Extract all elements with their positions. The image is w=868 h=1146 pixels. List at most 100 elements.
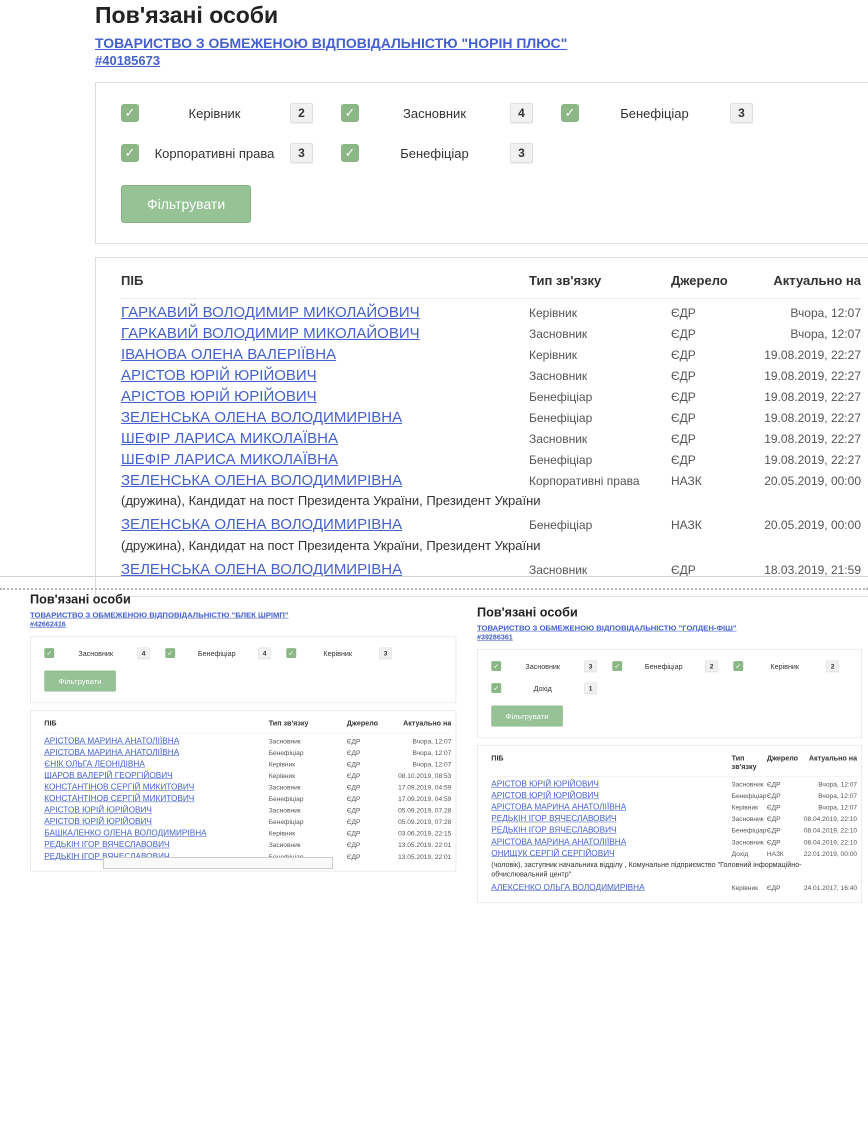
company-link[interactable]: ТОВАРИСТВО З ОБМЕЖЕНОЮ ВІДПОВІДАЛЬНІСТЮ …	[477, 623, 862, 633]
person-cell: РЕДЬКІН ІГОР ВЯЧЕСЛАВОВИЧ	[491, 814, 731, 824]
person-link[interactable]: АРІСТОВА МАРИНА АНАТОЛІЇВНА	[491, 802, 626, 811]
date-cell: Вчора, 12:07	[802, 780, 857, 788]
person-link[interactable]: АЛЕКСЕНКО ОЛЬГА ВОЛОДИМИРІВНА	[491, 883, 644, 892]
person-cell: ШАРОВ ВАЛЕРІЙ ГЕОРГІЙОВИЧ	[44, 771, 268, 781]
person-link[interactable]: АРІСТОВ ЮРІЙ ЮРІЙОВИЧ	[44, 805, 152, 814]
checkbox-checked-icon[interactable]: ✓	[121, 104, 139, 122]
relation-type-cell: Засновник	[732, 838, 767, 846]
column-header: ПІБ	[44, 720, 268, 728]
filter-button[interactable]: Фільтрувати	[44, 671, 116, 692]
filter-label: Засновник	[54, 649, 137, 657]
column-header: Актуально на	[753, 274, 861, 289]
date-cell: 08.04.2019, 22:10	[802, 826, 857, 834]
person-link[interactable]: ГАРКАВИЙ ВОЛОДИМИР МИКОЛАЙОВИЧ	[121, 325, 420, 342]
page-title: Пов'язані особи	[95, 2, 868, 29]
person-link[interactable]: ЗЕЛЕНСЬКА ОЛЕНА ВОЛОДИМИРІВНА	[121, 472, 402, 489]
table-row: АРІСТОВ ЮРІЙ ЮРІЙОВИЧЗасновникЄДРВчора, …	[491, 778, 857, 790]
person-link[interactable]: ШЕФІР ЛАРИСА МИКОЛАЇВНА	[121, 451, 338, 468]
source-cell: ЄДР	[347, 852, 392, 860]
person-link[interactable]: ЗЕЛЕНСЬКА ОЛЕНА ВОЛОДИМИРІВНА	[121, 409, 402, 426]
filter-label: Бенефіціар	[579, 106, 730, 121]
source-cell: ЄДР	[347, 783, 392, 791]
person-link[interactable]: БАШКАЛЕНКО ОЛЕНА ВОЛОДИМИРІВНА	[44, 828, 206, 837]
date-cell: 22.01.2019, 00:00	[802, 850, 857, 858]
source-cell: ЄДР	[671, 453, 753, 467]
person-link[interactable]: АРІСТОВ ЮРІЙ ЮРІЙОВИЧ	[121, 388, 317, 405]
table-row: ГАРКАВИЙ ВОЛОДИМИР МИКОЛАЙОВИЧКерівникЄД…	[121, 302, 861, 323]
filter-label: Бенефіціар	[622, 662, 705, 670]
person-link[interactable]: АРІСТОВА МАРИНА АНАТОЛІЇВНА	[491, 837, 626, 846]
table-row: ЗЕЛЕНСЬКА ОЛЕНА ВОЛОДИМИРІВНАБенефіціарН…	[121, 515, 861, 536]
relation-type-cell: Бенефіціар	[269, 749, 347, 757]
relation-type-cell: Засновник	[529, 432, 671, 446]
checkbox-checked-icon[interactable]: ✓	[165, 648, 175, 658]
filter-count-badge: 3	[379, 648, 392, 659]
person-link[interactable]: РЕДЬКІН ІГОР ВЯЧЕСЛАВОВИЧ	[491, 814, 616, 823]
table-row: ІВАНОВА ОЛЕНА ВАЛЕРІЇВНАКерівникЄДР19.08…	[121, 344, 861, 365]
filter-button[interactable]: Фільтрувати	[121, 185, 251, 223]
checkbox-checked-icon[interactable]: ✓	[491, 683, 501, 693]
company-code-link[interactable]: #42662416	[30, 620, 66, 628]
table-row: АРІСТОВ ЮРІЙ ЮРІЙОВИЧБенефіціарЄДР05.09.…	[44, 816, 451, 828]
column-header: Джерело	[347, 720, 392, 728]
relation-type-cell: Засновник	[269, 737, 347, 745]
checkbox-checked-icon[interactable]: ✓	[44, 648, 54, 658]
date-cell: 13.05.2019, 22:01	[392, 852, 451, 860]
person-link[interactable]: РЕДЬКІН ІГОР ВЯЧЕСЛАВОВИЧ	[44, 840, 169, 849]
checkbox-checked-icon[interactable]: ✓	[341, 144, 359, 162]
checkbox-checked-icon[interactable]: ✓	[733, 661, 743, 671]
company-link[interactable]: ТОВАРИСТВО З ОБМЕЖЕНОЮ ВІДПОВІДАЛЬНІСТЮ …	[30, 610, 456, 620]
person-link[interactable]: ІВАНОВА ОЛЕНА ВАЛЕРІЇВНА	[121, 346, 336, 363]
table-row: РЕДЬКІН ІГОР ВЯЧЕСЛАВОВИЧЗасновникЄДР08.…	[491, 813, 857, 825]
date-cell: 19.08.2019, 22:27	[753, 390, 861, 404]
person-link[interactable]: АРІСТОВ ЮРІЙ ЮРІЙОВИЧ	[491, 779, 599, 788]
company-code-link[interactable]: #39286361	[477, 633, 513, 641]
person-link[interactable]: ЗЕЛЕНСЬКА ОЛЕНА ВОЛОДИМИРІВНА	[121, 516, 402, 533]
source-cell: ЄДР	[347, 818, 392, 826]
source-cell: ЄДР	[671, 390, 753, 404]
company-code-link[interactable]: #40185673	[95, 53, 160, 68]
source-cell: НАЗК	[767, 850, 802, 858]
checkbox-checked-icon[interactable]: ✓	[121, 144, 139, 162]
person-link[interactable]: ГАРКАВИЙ ВОЛОДИМИР МИКОЛАЙОВИЧ	[121, 304, 420, 321]
filter-groups: ✓Засновник3✓Бенефіціар2✓Керівник2✓Дохід1	[491, 661, 847, 694]
source-cell: ЄДР	[767, 792, 802, 800]
source-cell: ЄДР	[347, 760, 392, 768]
filter-group: ✓Керівник2	[733, 661, 854, 672]
date-cell: 19.08.2019, 22:27	[753, 432, 861, 446]
filter-count-badge: 3	[290, 143, 313, 163]
source-cell: НАЗК	[671, 474, 753, 488]
relation-type-cell: Дохід	[732, 850, 767, 858]
checkbox-checked-icon[interactable]: ✓	[341, 104, 359, 122]
person-link[interactable]: ЄНІК ОЛЬГА ЛЕОНІДІВНА	[44, 759, 145, 768]
checkbox-checked-icon[interactable]: ✓	[491, 661, 501, 671]
person-link[interactable]: КОНСТАНТІНОВ СЕРГІЙ МИКИТОВИЧ	[44, 782, 194, 791]
person-link[interactable]: АРІСТОВ ЮРІЙ ЮРІЙОВИЧ	[491, 791, 599, 800]
filter-count-badge: 3	[584, 661, 597, 672]
person-link[interactable]: АРІСТОВА МАРИНА АНАТОЛІЇВНА	[44, 747, 179, 756]
person-link[interactable]: АРІСТОВ ЮРІЙ ЮРІЙОВИЧ	[44, 817, 152, 826]
filter-groups: ✓Засновник4✓Бенефіціар4✓Керівник3	[44, 648, 442, 659]
filter-button[interactable]: Фільтрувати	[491, 706, 563, 727]
filter-count-badge: 2	[290, 103, 313, 123]
person-link[interactable]: КОНСТАНТІНОВ СЕРГІЙ МИКИТОВИЧ	[44, 794, 194, 803]
checkbox-checked-icon[interactable]: ✓	[561, 104, 579, 122]
person-link[interactable]: АРІСТОВ ЮРІЙ ЮРІЙОВИЧ	[121, 367, 317, 384]
person-note: (дружина), Кандидат на пост Президента У…	[121, 536, 861, 560]
company-link[interactable]: ТОВАРИСТВО З ОБМЕЖЕНОЮ ВІДПОВІДАЛЬНІСТЮ …	[95, 34, 868, 52]
relation-type-cell: Засновник	[529, 327, 671, 341]
column-header: Джерело	[671, 274, 753, 289]
filter-count-badge: 2	[705, 661, 718, 672]
person-link[interactable]: ШЕФІР ЛАРИСА МИКОЛАЇВНА	[121, 430, 338, 447]
table-row: АРІСТОВА МАРИНА АНАТОЛІЇВНАКерівникЄДРВч…	[491, 801, 857, 813]
source-cell: ЄДР	[671, 369, 753, 383]
person-link[interactable]: АРІСТОВА МАРИНА АНАТОЛІЇВНА	[44, 736, 179, 745]
person-link[interactable]: РЕДЬКІН ІГОР ВЯЧЕСЛАВОВИЧ	[491, 825, 616, 834]
filter-label: Керівник	[296, 649, 379, 657]
pagination-stub[interactable]	[103, 857, 333, 869]
checkbox-checked-icon[interactable]: ✓	[286, 648, 296, 658]
relation-type-cell: Бенефіціар	[529, 411, 671, 425]
checkbox-checked-icon[interactable]: ✓	[612, 661, 622, 671]
person-link[interactable]: ОНИЩУК СЕРГІЙ СЕРГІЙОВИЧ	[491, 848, 614, 857]
person-link[interactable]: ШАРОВ ВАЛЕРІЙ ГЕОРГІЙОВИЧ	[44, 771, 172, 780]
